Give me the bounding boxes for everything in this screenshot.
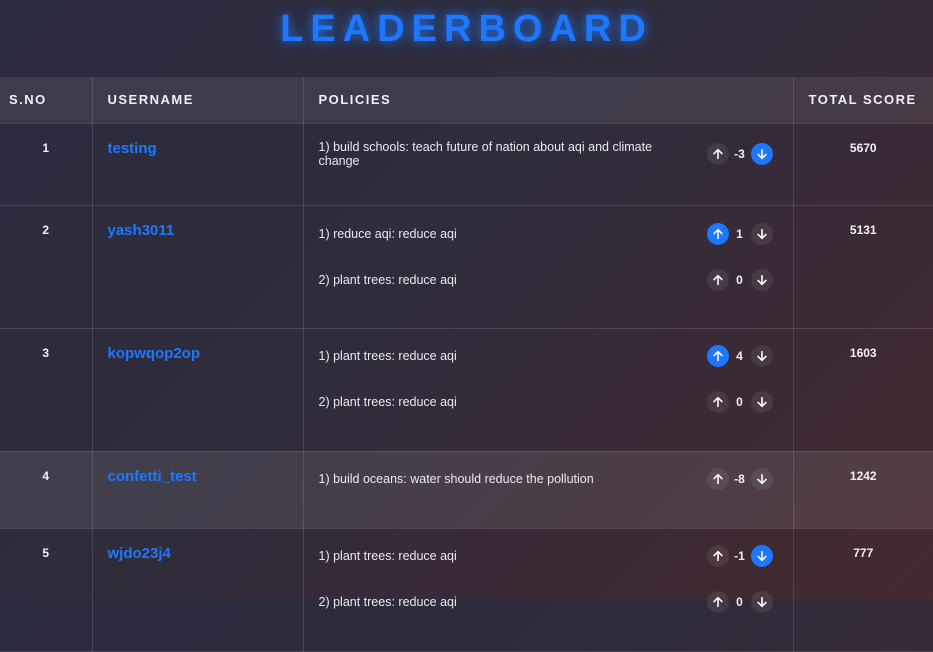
downvote-button[interactable] [750,142,773,165]
total-score: 5670 [793,123,933,206]
vote-control: 0 [706,268,773,291]
vote-control: 4 [706,344,773,367]
vote-count: 1 [736,226,743,241]
vote-control: 0 [706,390,773,413]
arrow-up-icon [712,228,723,239]
vote-count: -3 [734,146,745,161]
arrow-down-icon [756,596,767,607]
policy-text: 1) build schools: teach future of nation… [318,139,653,168]
vote-count: 4 [736,348,743,363]
arrow-up-icon [712,396,723,407]
downvote-button[interactable] [750,222,773,245]
downvote-button[interactable] [750,590,773,613]
header-username: USERNAME [92,77,304,124]
policy-text: 1) plant trees: reduce aqi [318,548,457,563]
vote-count: -8 [734,471,745,486]
downvote-button[interactable] [750,344,773,367]
table-row: 1 testing 1) build schools: teach future… [0,123,933,206]
policy-item: 2) plant trees: reduce aqi 0 [319,257,793,303]
policy-item: 2) plant trees: reduce aqi 0 [319,379,793,425]
arrow-down-icon [756,148,767,159]
arrow-down-icon [756,274,767,285]
arrow-up-icon [712,473,723,484]
vote-control: 0 [706,590,773,613]
table-row: 3 kopwqop2op 1) plant trees: reduce aqi … [0,328,933,452]
username-link[interactable]: testing [108,140,157,157]
row-sno: 4 [0,451,93,529]
row-sno: 2 [0,205,93,329]
vote-count: 0 [736,594,743,609]
downvote-button[interactable] [750,467,773,490]
upvote-button[interactable] [706,222,729,245]
upvote-button[interactable] [706,590,729,613]
row-sno: 1 [0,123,93,206]
policies-cell: 1) build oceans: water should reduce the… [303,451,794,529]
policies-cell: 1) reduce aqi: reduce aqi 1 2) plant tre… [303,205,794,329]
arrow-up-icon [712,274,723,285]
table-header-row: S.NO USERNAME POLICIES TOTAL SCORE [0,77,933,124]
upvote-button[interactable] [706,268,729,291]
downvote-button[interactable] [750,544,773,567]
arrow-down-icon [756,350,767,361]
header-policies: POLICIES [303,77,794,124]
policies-cell: 1) plant trees: reduce aqi 4 2) plant tr… [303,328,794,452]
arrow-up-icon [712,350,723,361]
page-title: LEADERBOARD [280,8,653,50]
policies-cell: 1) build schools: teach future of nation… [303,123,794,206]
arrow-down-icon [756,550,767,561]
row-sno: 5 [0,528,93,652]
downvote-button[interactable] [750,390,773,413]
total-score: 777 [793,528,933,652]
table-row: 2 yash3011 1) reduce aqi: reduce aqi 1 2… [0,205,933,329]
vote-control: -8 [706,467,773,490]
total-score: 1242 [793,451,933,529]
vote-count: -1 [734,548,745,563]
policy-item: 2) plant trees: reduce aqi 0 [319,579,793,625]
total-score: 1603 [793,328,933,452]
policy-item: 1) plant trees: reduce aqi -1 [319,533,793,579]
arrow-up-icon [712,550,723,561]
upvote-button[interactable] [706,390,729,413]
upvote-button[interactable] [706,544,729,567]
vote-count: 0 [736,394,743,409]
leaderboard-table: S.NO USERNAME POLICIES TOTAL SCORE 1 tes… [0,77,933,652]
upvote-button[interactable] [706,467,729,490]
vote-count: 0 [736,272,743,287]
total-score: 5131 [793,205,933,329]
username-link[interactable]: yash3011 [108,222,175,239]
vote-control: -3 [706,142,773,165]
vote-control: -1 [706,544,773,567]
policy-item: 1) build oceans: water should reduce the… [319,456,793,502]
policy-text: 1) plant trees: reduce aqi [318,348,457,363]
row-sno: 3 [0,328,93,452]
arrow-up-icon [712,596,723,607]
policy-item: 1) reduce aqi: reduce aqi 1 [319,211,793,257]
arrow-down-icon [756,228,767,239]
table-row: 4 confetti_test 1) build oceans: water s… [0,451,933,529]
policy-text: 2) plant trees: reduce aqi [318,394,457,409]
policy-text: 2) plant trees: reduce aqi [318,594,457,609]
policy-text: 1) reduce aqi: reduce aqi [318,226,457,241]
arrow-down-icon [756,473,767,484]
table-row: 5 wjdo23j4 1) plant trees: reduce aqi -1… [0,528,933,652]
policy-item: 1) build schools: teach future of nation… [319,131,793,177]
vote-control: 1 [706,222,773,245]
policy-item: 1) plant trees: reduce aqi 4 [319,333,793,379]
policy-text: 2) plant trees: reduce aqi [318,272,457,287]
username-link[interactable]: kopwqop2op [108,345,201,362]
upvote-button[interactable] [706,344,729,367]
arrow-down-icon [756,396,767,407]
username-link[interactable]: confetti_test [108,468,197,485]
upvote-button[interactable] [706,142,729,165]
policy-text: 1) build oceans: water should reduce the… [318,471,594,486]
header-sno: S.NO [0,77,93,124]
downvote-button[interactable] [750,268,773,291]
header-total-score: TOTAL SCORE [793,77,933,124]
arrow-up-icon [712,148,723,159]
policies-cell: 1) plant trees: reduce aqi -1 2) plant t… [303,528,794,652]
username-link[interactable]: wjdo23j4 [108,545,171,562]
